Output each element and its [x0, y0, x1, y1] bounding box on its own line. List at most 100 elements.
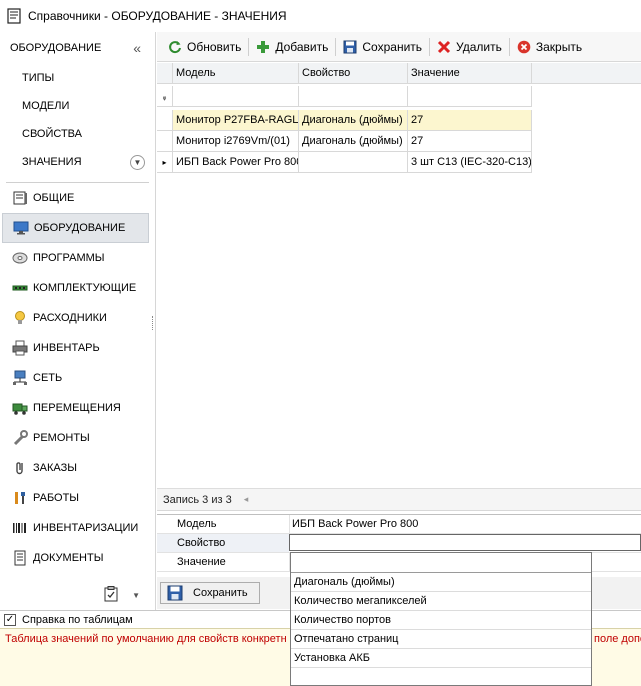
- nav-item-inventory[interactable]: ИНВЕНТАРЬ: [2, 333, 149, 363]
- nav-subitem-label: ЗНАЧЕНИЯ: [22, 156, 82, 168]
- nav-subitem-label: МОДЕЛИ: [22, 100, 70, 112]
- column-header-empty: [532, 63, 641, 84]
- filter-cell-property[interactable]: [299, 86, 408, 107]
- filter-cell-value[interactable]: [408, 86, 532, 107]
- document-icon: [12, 550, 28, 566]
- nav-item-consumables[interactable]: РАСХОДНИКИ: [2, 303, 149, 333]
- nav-item-label: ДОКУМЕНТЫ: [33, 552, 104, 564]
- editor-save-label: Сохранить: [193, 587, 248, 599]
- dropdown-option[interactable]: Установка АКБ: [291, 649, 591, 668]
- app-book-icon: [7, 8, 21, 24]
- nav-item-works[interactable]: РАБОТЫ: [2, 483, 149, 513]
- nav-subitem-types[interactable]: ТИПЫ: [0, 64, 155, 92]
- nav-item-equipment[interactable]: ОБОРУДОВАНИЕ: [2, 213, 149, 243]
- editor-label-property: Свойство: [157, 534, 289, 552]
- grid-header-row: Модель Свойство Значение: [157, 63, 641, 84]
- column-header-property[interactable]: Свойство: [299, 63, 408, 84]
- splitter-grip[interactable]: [152, 316, 155, 330]
- nav-item-label: КОМПЛЕКТУЮЩИЕ: [33, 282, 137, 294]
- bulb-icon: [12, 310, 28, 326]
- table-row[interactable]: Монитор P27FBA-RAGL Диагональ (дюймы) 27: [157, 110, 532, 131]
- close-circle-icon: [517, 40, 531, 53]
- expand-down-icon[interactable]: ▼: [130, 155, 145, 170]
- cell-model[interactable]: ИБП Back Power Pro 800: [173, 152, 299, 173]
- nav-item-documents[interactable]: ДОКУМЕНТЫ: [2, 543, 149, 573]
- nav-item-label: ПРОГРАММЫ: [33, 252, 105, 264]
- toolbar-separator: [429, 37, 431, 56]
- nav-item-label: ИНВЕНТАРЬ: [33, 342, 100, 354]
- network-icon: [12, 370, 28, 386]
- dropdown-option[interactable]: Количество мегапикселей: [291, 592, 591, 611]
- nav-group-header[interactable]: ОБОРУДОВАНИЕ «: [0, 32, 155, 64]
- column-header-model[interactable]: Модель: [173, 63, 299, 84]
- nav-item-label: РЕМОНТЫ: [33, 432, 90, 444]
- collapse-chevron-icon[interactable]: «: [133, 40, 141, 56]
- truck-icon: [12, 400, 28, 416]
- nav-menu-chevron-down-icon[interactable]: ▼: [132, 591, 140, 600]
- nav-subitem-models[interactable]: МОДЕЛИ: [0, 92, 155, 120]
- nav-item-label: ОБОРУДОВАНИЕ: [34, 222, 126, 234]
- delete-button[interactable]: Удалить: [432, 36, 507, 58]
- plus-icon: [257, 40, 270, 53]
- nav-item-transfers[interactable]: ПЕРЕМЕЩЕНИЯ: [2, 393, 149, 423]
- nav-bottom-bar: ▼: [0, 582, 156, 608]
- nav-item-programs[interactable]: ПРОГРАММЫ: [2, 243, 149, 273]
- wrench-icon: [12, 430, 28, 446]
- nav-item-general[interactable]: ОБЩИЕ: [2, 183, 149, 213]
- save-label: Сохранить: [362, 39, 423, 54]
- nav-item-label: СЕТЬ: [33, 372, 63, 384]
- dropdown-option[interactable]: Диагональ (дюймы): [291, 573, 591, 592]
- editor-row-model: Модель ИБП Back Power Pro 800: [157, 515, 641, 534]
- cell-value[interactable]: 27: [408, 110, 532, 131]
- nav-item-orders[interactable]: ЗАКАЗЫ: [2, 453, 149, 483]
- clipboard-icon[interactable]: [104, 585, 118, 605]
- editor-save-button[interactable]: Сохранить: [160, 582, 260, 604]
- cell-property[interactable]: [299, 152, 408, 173]
- cell-model[interactable]: Монитор i2769Vm/(01): [173, 131, 299, 152]
- dropdown-option[interactable]: Количество портов: [291, 611, 591, 630]
- close-button[interactable]: Закрыть: [512, 36, 587, 58]
- filter-cell-model[interactable]: [173, 86, 299, 107]
- editor-field-property[interactable]: [289, 534, 641, 551]
- table-row[interactable]: ▸ ИБП Back Power Pro 800 3 шт C13 (IEC-3…: [157, 152, 532, 173]
- cell-property[interactable]: Диагональ (дюймы): [299, 110, 408, 131]
- nav-item-network[interactable]: СЕТЬ: [2, 363, 149, 393]
- nav-item-components[interactable]: КОМПЛЕКТУЮЩИЕ: [2, 273, 149, 303]
- editor-row-property: Свойство: [157, 534, 641, 553]
- paperclip-icon: [12, 460, 28, 476]
- add-button[interactable]: Добавить: [251, 36, 333, 58]
- toolbar-separator: [335, 37, 337, 56]
- nav-item-inventories[interactable]: ИНВЕНТАРИЗАЦИИ: [2, 513, 149, 543]
- current-row-arrow-icon: ▸: [157, 152, 173, 173]
- help-checkbox-label[interactable]: Справка по таблицам: [22, 614, 133, 626]
- help-text: Таблица значений по умолчанию для свойст…: [5, 633, 287, 645]
- nav-item-label: ЗАКАЗЫ: [33, 462, 77, 474]
- dropdown-option[interactable]: Отпечатано страниц: [291, 630, 591, 649]
- column-header-value[interactable]: Значение: [408, 63, 532, 84]
- refresh-label: Обновить: [187, 39, 242, 54]
- toolbar-separator: [248, 37, 250, 56]
- close-label: Закрыть: [535, 39, 583, 54]
- values-grid: Модель Свойство Значение ᵩ Монитор P27FB…: [157, 63, 641, 489]
- nav-subitem-properties[interactable]: СВОЙСТВА: [0, 120, 155, 148]
- nav-item-repairs[interactable]: РЕМОНТЫ: [2, 423, 149, 453]
- cell-value[interactable]: 27: [408, 131, 532, 152]
- dropdown-search-input[interactable]: [291, 553, 591, 573]
- record-status: Запись 3 из 3: [163, 493, 232, 506]
- record-nav-arrow-icon[interactable]: ◂: [244, 494, 249, 505]
- delete-label: Удалить: [456, 39, 502, 54]
- floppy-disk-icon: [343, 40, 357, 53]
- nav-item-label: ОБЩИЕ: [33, 192, 75, 204]
- help-checkbox[interactable]: ✓: [4, 613, 16, 626]
- nav-subitem-values[interactable]: ЗНАЧЕНИЯ ▼: [0, 148, 155, 176]
- cell-property[interactable]: Диагональ (дюймы): [299, 131, 408, 152]
- auto-filter-row: ᵩ: [157, 86, 532, 107]
- cell-model[interactable]: Монитор P27FBA-RAGL: [173, 110, 299, 131]
- printer-icon: [12, 340, 28, 356]
- navigation-panel: ОБОРУДОВАНИЕ « ТИПЫ МОДЕЛИ СВОЙСТВА ЗНАЧ…: [0, 32, 156, 610]
- editor-field-model[interactable]: ИБП Back Power Pro 800: [289, 515, 641, 533]
- table-row[interactable]: Монитор i2769Vm/(01) Диагональ (дюймы) 2…: [157, 131, 532, 152]
- save-button[interactable]: Сохранить: [338, 36, 427, 58]
- refresh-button[interactable]: Обновить: [163, 36, 246, 58]
- cell-value[interactable]: 3 шт C13 (IEC-320-C13): [408, 152, 532, 173]
